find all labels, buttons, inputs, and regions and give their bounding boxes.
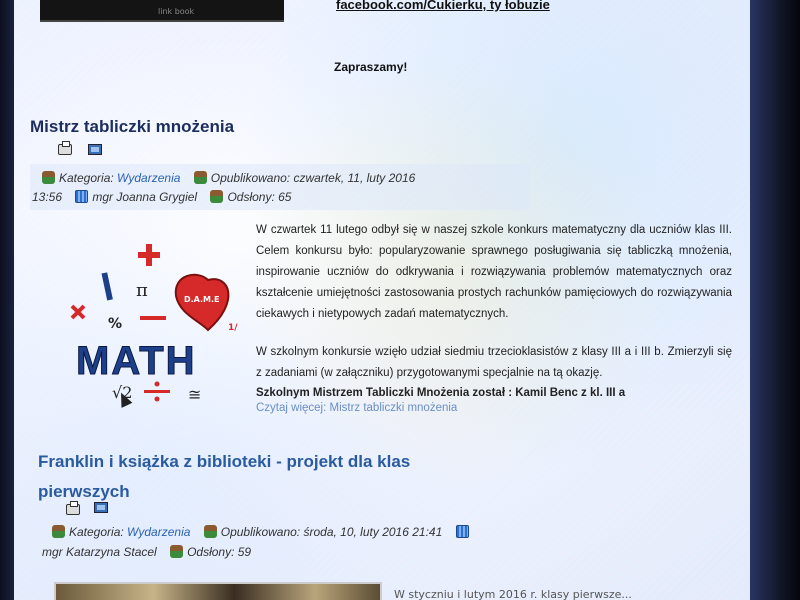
views-icon: [210, 190, 224, 203]
logo-word: MATH: [76, 339, 197, 383]
category-icon: [52, 525, 65, 538]
published-time: 13:56: [32, 190, 63, 204]
logo-letter: I: [97, 264, 117, 309]
logo-heart-text: D.A.M.E: [184, 295, 220, 304]
article-photo: [54, 582, 382, 600]
article-winner: Szkolnym Mistrzem Tabliczki Mnożenia zos…: [256, 387, 626, 399]
article2-meta-row2: mgr Katarzyna Stacel Odsłony: 59: [42, 545, 251, 559]
top-image-caption: link book: [158, 7, 195, 16]
article-meta-row1: Kategoria: Wydarzenia Opublikowano: czwa…: [42, 171, 415, 185]
article2-meta-row1: Kategoria: Wydarzenia Opublikowano: środ…: [52, 525, 473, 539]
published-icon: [203, 525, 217, 538]
views-count: Odsłony: 59: [187, 545, 252, 559]
monitor-bezel-right: [750, 0, 800, 600]
screen: link book facebook.com/Cukierku, ty łobu…: [14, 0, 752, 600]
published-icon: [193, 171, 207, 184]
views-icon: [170, 545, 184, 558]
views-count: Odsłony: 65: [227, 190, 292, 204]
author: mgr Joanna Grygiel: [92, 190, 198, 204]
calendar-icon: [455, 525, 469, 538]
article-title[interactable]: Mistrz tabliczki mnożenia: [30, 117, 234, 137]
category-link[interactable]: Wydarzenia: [117, 171, 180, 185]
logo-approx: ≅: [188, 385, 201, 404]
read-more-link[interactable]: Czytaj więcej: Mistrz tabliczki mnożenia: [256, 402, 457, 414]
invite-text: Zapraszamy!: [334, 60, 408, 74]
logo-percent: %: [108, 316, 122, 332]
published-date: czwartek, 11, luty 2016: [293, 171, 416, 185]
published-date: środa, 10, luty 2016 21:41: [303, 525, 443, 539]
logo-pi: π: [136, 280, 148, 301]
print-icon[interactable]: [66, 501, 80, 515]
author: mgr Katarzyna Stacel: [42, 545, 157, 559]
email-icon[interactable]: [94, 502, 108, 513]
article-preview-text: W styczniu i lutym 2016 r. klasy pierwsz…: [394, 588, 632, 600]
email-icon[interactable]: [88, 144, 102, 155]
top-image: link book: [40, 0, 284, 22]
calendar-icon: [75, 190, 89, 203]
math-logo-image: I π D.A.M.E % 1/2 MATH √2 ≅: [70, 244, 238, 404]
article-title[interactable]: Franklin i książka z biblioteki - projek…: [38, 447, 458, 507]
logo-half: 1/2: [228, 323, 238, 333]
print-icon[interactable]: [58, 141, 72, 155]
facebook-link[interactable]: facebook.com/Cukierku, ty łobuzie: [336, 0, 550, 12]
article-paragraph: W szkolnym konkursie wzięło udział siedm…: [256, 346, 732, 379]
category-icon: [42, 171, 55, 184]
article-paragraph: W czwartek 11 lutego odbył się w naszej …: [256, 224, 732, 320]
article-meta-row2: 13:56 mgr Joanna Grygiel Odsłony: 65: [32, 190, 291, 204]
category-link[interactable]: Wydarzenia: [127, 525, 190, 539]
